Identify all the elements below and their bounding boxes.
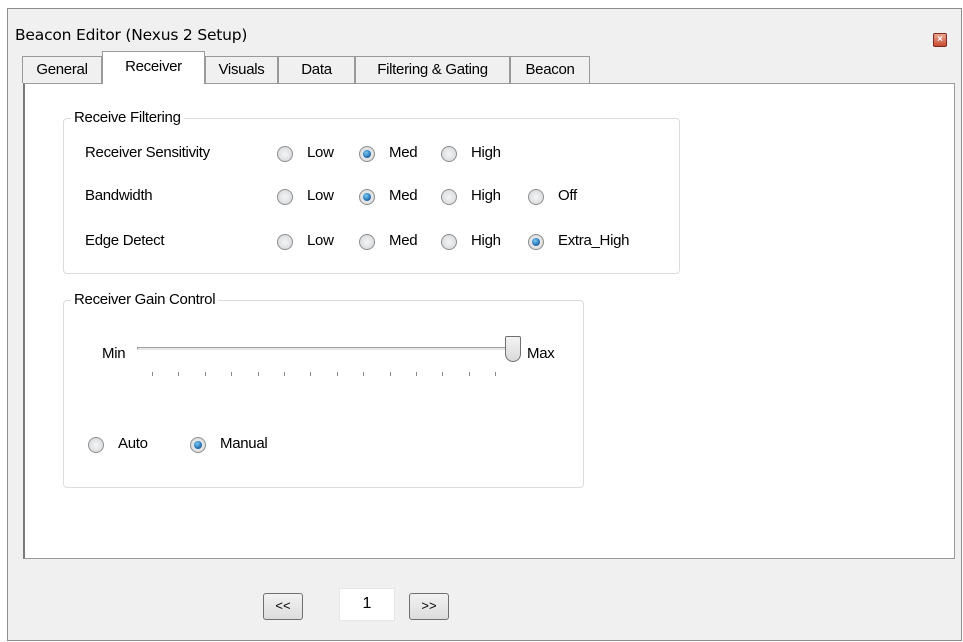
edge-extra-high-radio[interactable]: [528, 234, 544, 250]
edge-med-radio[interactable]: [359, 234, 375, 250]
receiver-gain-control-legend: Receiver Gain Control: [71, 291, 219, 308]
sensitivity-med-radio[interactable]: [359, 146, 375, 162]
receiver-gain-control-group: Receiver Gain Control: [63, 291, 584, 488]
title-bar: Beacon Editor (Nexus 2 Setup) ×: [8, 9, 961, 57]
bandwidth-low-label[interactable]: Low: [307, 187, 334, 204]
gain-manual-label[interactable]: Manual: [220, 435, 268, 452]
page-number: 1: [362, 595, 372, 612]
bandwidth-label: Bandwidth: [85, 187, 153, 204]
gain-manual-radio[interactable]: [190, 437, 206, 453]
slider-tick: [416, 372, 417, 376]
close-button[interactable]: ×: [933, 33, 947, 47]
receiver-sensitivity-label: Receiver Sensitivity: [85, 144, 210, 161]
slider-tick: [468, 372, 470, 376]
bandwidth-off-label[interactable]: Off: [558, 187, 577, 204]
slider-tick: [389, 372, 391, 376]
slider-tick: [231, 372, 233, 376]
slider-tick: [204, 372, 206, 376]
slider-tick: [363, 372, 365, 376]
slider-tick: [310, 372, 312, 376]
tab-receiver[interactable]: Receiver: [102, 51, 205, 84]
tab-label: Beacon: [525, 61, 575, 78]
next-page-label: >>: [421, 598, 437, 613]
slider-tick: [178, 372, 180, 376]
tab-label: Visuals: [218, 61, 265, 78]
slider-tick: [442, 372, 444, 376]
gain-slider-thumb[interactable]: [505, 336, 521, 362]
bandwidth-high-label[interactable]: High: [471, 187, 501, 204]
bandwidth-med-radio[interactable]: [359, 189, 375, 205]
edge-low-radio[interactable]: [277, 234, 293, 250]
page-number-display: 1: [339, 588, 395, 621]
slider-tick: [336, 372, 338, 376]
slider-min-label: Min: [102, 345, 126, 362]
sensitivity-high-label[interactable]: High: [471, 144, 501, 161]
slider-tick: [152, 372, 153, 376]
tab-label: Filtering & Gating: [377, 61, 488, 78]
next-page-button[interactable]: >>: [409, 593, 449, 620]
tab-beacon[interactable]: Beacon: [510, 56, 590, 83]
slider-max-label: Max: [527, 345, 555, 362]
sensitivity-med-label[interactable]: Med: [389, 144, 418, 161]
tab-filtering-gating[interactable]: Filtering & Gating: [355, 56, 510, 83]
edge-high-label[interactable]: High: [471, 232, 501, 249]
previous-page-label: <<: [275, 598, 291, 613]
receive-filtering-legend: Receive Filtering: [71, 109, 184, 126]
tab-label: Receiver: [125, 58, 182, 75]
tab-label: General: [36, 61, 88, 78]
gain-auto-radio[interactable]: [88, 437, 104, 453]
sensitivity-low-label[interactable]: Low: [307, 144, 334, 161]
slider-tick: [495, 372, 497, 376]
sensitivity-high-radio[interactable]: [441, 146, 457, 162]
gain-auto-label[interactable]: Auto: [118, 435, 148, 452]
previous-page-button[interactable]: <<: [263, 593, 303, 620]
edge-high-radio[interactable]: [441, 234, 457, 250]
tab-data[interactable]: Data: [278, 56, 355, 83]
tab-label: Data: [301, 61, 332, 78]
bandwidth-high-radio[interactable]: [441, 189, 457, 205]
edge-low-label[interactable]: Low: [307, 232, 334, 249]
tab-general[interactable]: General: [22, 56, 102, 83]
sensitivity-low-radio[interactable]: [277, 146, 293, 162]
edge-med-label[interactable]: Med: [389, 232, 418, 249]
bandwidth-off-radio[interactable]: [528, 189, 544, 205]
window-title: Beacon Editor (Nexus 2 Setup): [15, 26, 248, 44]
slider-tick: [257, 372, 259, 376]
close-icon: ×: [937, 34, 943, 45]
tab-visuals[interactable]: Visuals: [205, 56, 278, 83]
edge-extra-high-label[interactable]: Extra_High: [558, 232, 630, 249]
edge-detect-label: Edge Detect: [85, 232, 165, 249]
bandwidth-med-label[interactable]: Med: [389, 187, 418, 204]
gain-slider-track[interactable]: [137, 347, 514, 350]
bandwidth-low-radio[interactable]: [277, 189, 293, 205]
slider-tick: [284, 372, 285, 376]
